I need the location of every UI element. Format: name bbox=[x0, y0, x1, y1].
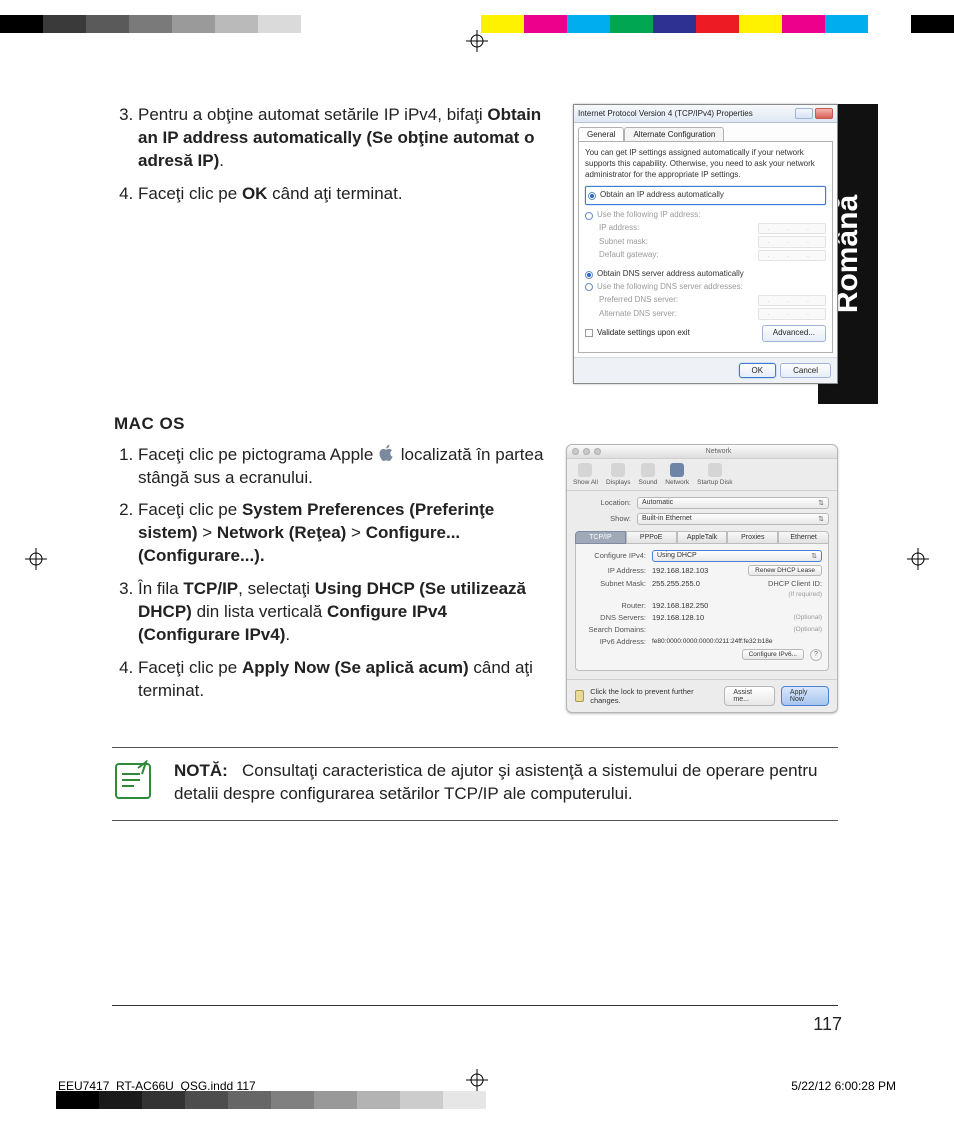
note-label: NOTĂ: bbox=[174, 761, 228, 780]
mac-tab: TCP/IP bbox=[575, 531, 626, 544]
win-advanced-button: Advanced... bbox=[762, 325, 826, 342]
win-ok-button: OK bbox=[739, 363, 777, 378]
sound-icon bbox=[641, 463, 655, 477]
registration-mark-left bbox=[25, 548, 47, 570]
win-label-pdns: Preferred DNS server: bbox=[599, 295, 678, 306]
macos-heading: MAC OS bbox=[114, 414, 838, 434]
win-tab-general: General bbox=[578, 127, 624, 141]
renew-lease-button: Renew DHCP Lease bbox=[748, 565, 822, 576]
lock-text: Click the lock to prevent further change… bbox=[590, 687, 712, 705]
bottom-grad-strip bbox=[0, 1091, 954, 1109]
steps-section-1: Pentru a obţine automat setările IP iPv4… bbox=[112, 104, 551, 206]
win-radio-auto-dns: Obtain DNS server address automatically bbox=[597, 269, 744, 280]
win-tab-alternate: Alternate Configuration bbox=[624, 127, 724, 141]
steps-section-2: Faceţi clic pe pictograma Apple localiza… bbox=[112, 444, 544, 703]
page-number: 117 bbox=[813, 1014, 842, 1035]
chevron-updown-icon: ⇅ bbox=[811, 552, 817, 560]
chevron-updown-icon: ⇅ bbox=[818, 515, 824, 523]
mac-traffic-icon bbox=[572, 448, 579, 455]
apply-now-button: Apply Now bbox=[781, 686, 829, 706]
win-help-icon bbox=[795, 108, 813, 119]
step-item: În fila TCP/IP, selectaţi Using DHCP (Se… bbox=[138, 578, 544, 647]
footer-rule bbox=[112, 1005, 838, 1006]
radio-icon bbox=[585, 283, 593, 291]
win-close-icon bbox=[815, 108, 833, 119]
checkbox-icon bbox=[585, 329, 593, 337]
windows-ipv4-dialog: Internet Protocol Version 4 (TCP/IPv4) P… bbox=[573, 104, 838, 384]
win-label-ip: IP address: bbox=[599, 223, 639, 234]
mac-traffic-icon bbox=[594, 448, 601, 455]
network-icon bbox=[670, 463, 684, 477]
win-radio-auto-ip: Obtain an IP address automatically bbox=[600, 190, 724, 201]
apple-icon bbox=[378, 444, 396, 462]
step-item: Faceţi clic pe System Preferences (Prefe… bbox=[138, 499, 544, 568]
win-label-adns: Alternate DNS server: bbox=[599, 309, 677, 320]
step-item: Pentru a obţine automat setările IP iPv4… bbox=[138, 104, 551, 173]
win-cancel-button: Cancel bbox=[780, 363, 831, 378]
note-icon bbox=[112, 760, 154, 802]
mac-tab: Ethernet bbox=[778, 531, 829, 544]
mac-tab: PPPoE bbox=[626, 531, 677, 544]
step-item: Faceţi clic pe Apply Now (Se aplică acum… bbox=[138, 657, 544, 703]
radio-icon bbox=[588, 192, 596, 200]
startup-icon bbox=[708, 463, 722, 477]
mac-network-dialog: Network Show All Displays Sound Network … bbox=[566, 444, 838, 713]
note-box: NOTĂ: Consultaţi caracteristica de ajuto… bbox=[112, 747, 838, 821]
radio-icon bbox=[585, 271, 593, 279]
displays-icon bbox=[611, 463, 625, 477]
showall-icon bbox=[578, 463, 592, 477]
win-desc: You can get IP settings assigned automat… bbox=[585, 148, 826, 180]
win-radio-use-dns: Use the following DNS server addresses: bbox=[597, 282, 743, 293]
chevron-updown-icon: ⇅ bbox=[818, 499, 824, 507]
step-item: Faceţi clic pe OK când aţi terminat. bbox=[138, 183, 551, 206]
registration-mark-right bbox=[907, 548, 929, 570]
lock-icon bbox=[575, 690, 584, 702]
step-item: Faceţi clic pe pictograma Apple localiza… bbox=[138, 444, 544, 490]
mac-tab: AppleTalk bbox=[677, 531, 728, 544]
page-content: Pentru a obţine automat setările IP iPv4… bbox=[112, 104, 838, 821]
win-label-subnet: Subnet mask: bbox=[599, 237, 648, 248]
mac-tab: Proxies bbox=[727, 531, 778, 544]
help-icon: ? bbox=[810, 649, 822, 661]
win-radio-use-ip: Use the following IP address: bbox=[597, 210, 700, 221]
mac-title: Network bbox=[605, 448, 832, 455]
radio-icon bbox=[585, 212, 593, 220]
registration-mark-top bbox=[466, 30, 488, 52]
configure-ipv6-button: Configure IPv6... bbox=[742, 649, 804, 660]
mac-traffic-icon bbox=[583, 448, 590, 455]
win-title: Internet Protocol Version 4 (TCP/IPv4) P… bbox=[578, 109, 753, 118]
win-validate: Validate settings upon exit bbox=[597, 328, 690, 339]
assist-button: Assist me... bbox=[724, 686, 775, 706]
note-text: Consultaţi caracteristica de ajutor şi a… bbox=[174, 761, 817, 803]
win-label-gateway: Default gateway: bbox=[599, 250, 659, 261]
